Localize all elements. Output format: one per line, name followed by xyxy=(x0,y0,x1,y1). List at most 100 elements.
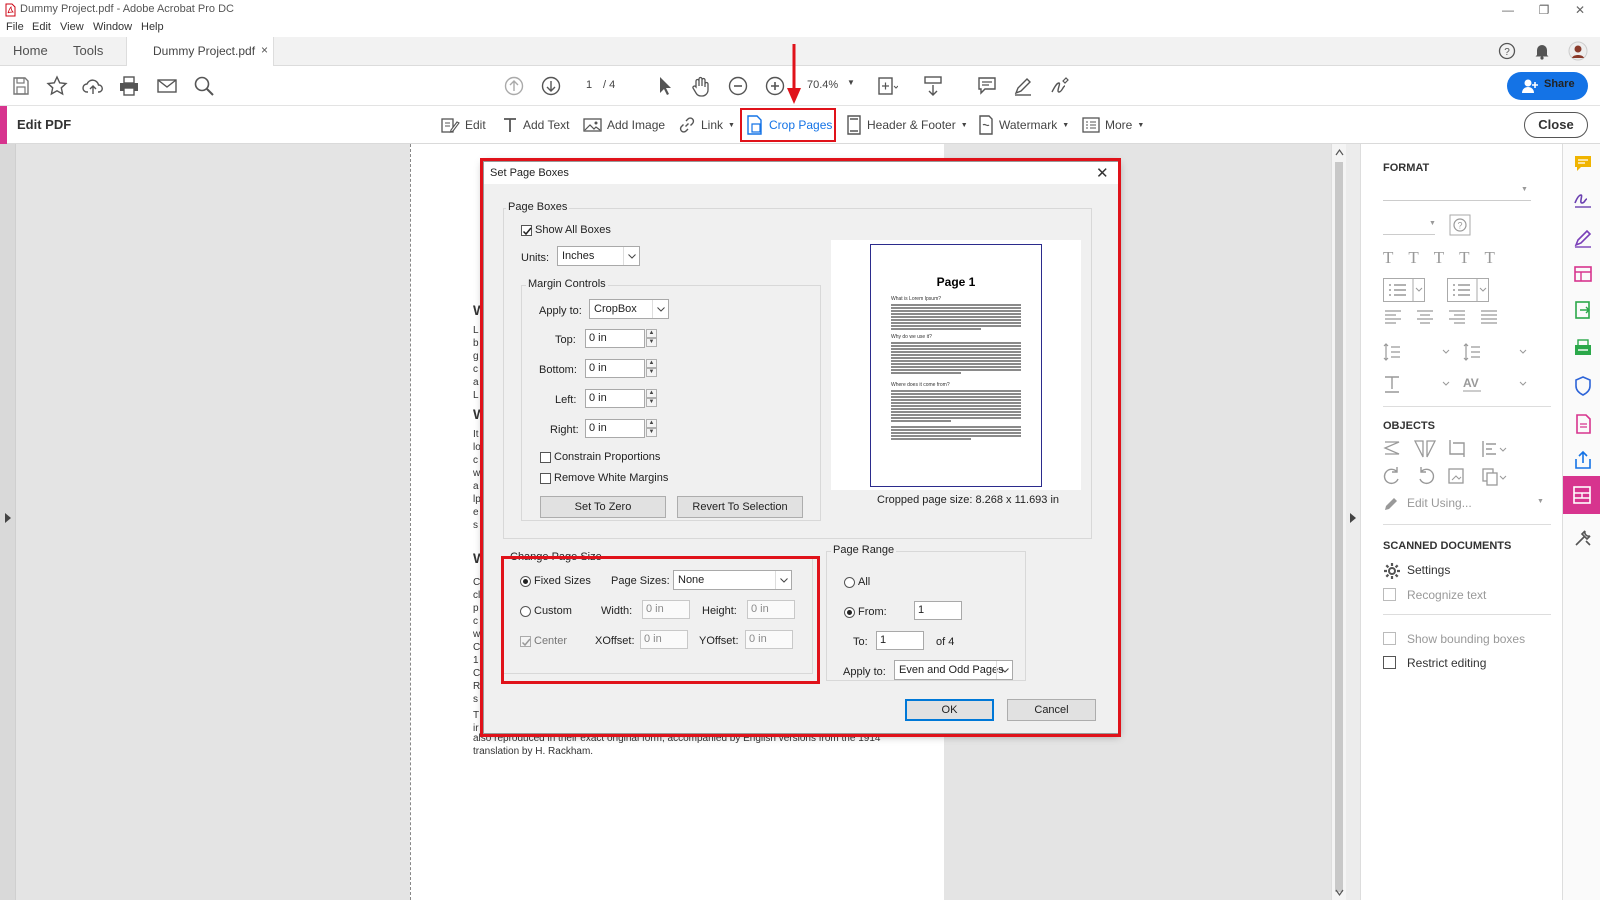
format-header: FORMAT xyxy=(1383,162,1430,174)
object-arrange-icons[interactable] xyxy=(1383,438,1523,460)
header-footer-button[interactable]: Header & Footer ▼ xyxy=(846,106,968,144)
search-icon[interactable] xyxy=(193,75,215,97)
show-bounding-boxes-checkbox[interactable] xyxy=(1383,632,1396,645)
share-button[interactable]: Share xyxy=(1507,72,1588,100)
zoom-in-icon[interactable] xyxy=(764,75,786,97)
upload-cloud-icon[interactable] xyxy=(82,75,104,97)
create-pdf-icon[interactable] xyxy=(1573,414,1593,434)
recognize-text-checkbox[interactable] xyxy=(1383,588,1396,601)
character-spacing-icons[interactable]: AV xyxy=(1383,374,1533,394)
menu-help[interactable]: Help xyxy=(141,21,164,33)
minimize-button[interactable]: — xyxy=(1490,0,1526,20)
restore-button[interactable]: ❐ xyxy=(1526,0,1562,20)
edit-tool-button[interactable]: Edit xyxy=(440,106,486,144)
menu-view[interactable]: View xyxy=(60,21,84,33)
bullet-list-icon[interactable] xyxy=(1383,278,1425,302)
fit-page-icon[interactable] xyxy=(876,75,898,97)
acrobat-app-icon xyxy=(5,3,16,17)
font-size-dropdown[interactable] xyxy=(1383,234,1435,235)
numbered-list-icon[interactable] xyxy=(1447,278,1489,302)
sign-icon[interactable] xyxy=(1049,75,1071,97)
restrict-editing-label: Restrict editing xyxy=(1407,656,1487,670)
right-panel-toggle-strip[interactable] xyxy=(1346,144,1360,900)
menu-edit[interactable]: Edit xyxy=(32,21,51,33)
watermark-label: Watermark xyxy=(999,118,1058,132)
settings-link[interactable]: Settings xyxy=(1407,563,1450,577)
font-size-dropdown-icon[interactable]: ▼ xyxy=(1429,220,1436,227)
font-family-dropdown[interactable] xyxy=(1383,200,1531,201)
scrollbar-thumb[interactable] xyxy=(1335,162,1343,892)
add-text-button[interactable]: Add Text xyxy=(502,106,569,144)
highlight-pen-icon[interactable] xyxy=(1012,75,1034,97)
link-dropdown-icon: ▼ xyxy=(728,121,735,129)
close-edit-button[interactable]: Close xyxy=(1524,112,1588,138)
edit-text-image-icon xyxy=(441,118,460,133)
edit-pdf-title: Edit PDF xyxy=(17,117,72,132)
text-color-icon[interactable]: ? xyxy=(1449,214,1471,236)
expand-left-panel-icon[interactable] xyxy=(4,512,12,524)
page-text-line: translation by H. Rackham. xyxy=(473,746,594,757)
page-number-input[interactable]: 1 xyxy=(586,79,592,91)
bell-icon[interactable] xyxy=(1534,42,1550,60)
recognize-text-label: Recognize text xyxy=(1407,588,1487,602)
close-tab-icon[interactable]: × xyxy=(261,43,268,57)
collapse-right-panel-icon[interactable] xyxy=(1349,512,1357,524)
avatar[interactable] xyxy=(1568,41,1588,61)
tab-home[interactable]: Home xyxy=(13,43,48,58)
export-pdf-icon[interactable] xyxy=(1573,300,1593,320)
vertical-scrollbar[interactable] xyxy=(1331,144,1346,900)
close-window-button[interactable]: ✕ xyxy=(1562,0,1598,20)
svg-text:?: ? xyxy=(1457,221,1462,231)
next-page-icon[interactable] xyxy=(540,75,562,97)
more-tools-icon xyxy=(1082,117,1100,133)
text-style-icons[interactable]: TTTTT xyxy=(1383,248,1510,268)
share-upload-icon[interactable] xyxy=(1573,450,1593,470)
scroll-down-icon[interactable] xyxy=(1335,889,1344,897)
zoom-out-icon[interactable] xyxy=(727,75,749,97)
protect-shield-icon[interactable] xyxy=(1573,376,1593,396)
font-family-dropdown-icon[interactable]: ▼ xyxy=(1521,186,1528,193)
save-icon[interactable] xyxy=(10,75,32,97)
edit-pdf-tool-active[interactable] xyxy=(1563,476,1600,514)
restrict-editing-checkbox[interactable] xyxy=(1383,656,1396,669)
menu-window[interactable]: Window xyxy=(93,21,132,33)
scroll-mode-icon[interactable] xyxy=(922,75,944,97)
add-image-button[interactable]: Add Image xyxy=(583,106,665,144)
link-label: Link xyxy=(701,118,724,132)
zoom-dropdown-icon[interactable]: ▼ xyxy=(847,78,855,87)
page-total: / 4 xyxy=(603,79,616,91)
link-button[interactable]: Link ▼ xyxy=(678,106,735,144)
more-button[interactable]: More ▼ xyxy=(1082,106,1144,144)
bookmark-star-icon[interactable] xyxy=(46,75,68,97)
menu-file[interactable]: File xyxy=(6,21,24,33)
tab-document[interactable]: Dummy Project.pdf × xyxy=(126,37,274,66)
zoom-level[interactable]: 70.4% xyxy=(807,79,838,91)
hand-tool-icon[interactable] xyxy=(690,75,712,97)
line-spacing-icons[interactable] xyxy=(1383,342,1533,362)
edit-pdf-icon xyxy=(1573,486,1591,504)
comment-icon[interactable] xyxy=(976,75,998,97)
comment-tool-icon[interactable] xyxy=(1573,154,1593,174)
text-alignment-icons[interactable] xyxy=(1383,308,1523,324)
edit-using-dropdown[interactable]: Edit Using... xyxy=(1407,496,1472,510)
previous-page-icon[interactable] xyxy=(503,75,525,97)
left-panel-toggle-strip[interactable] xyxy=(0,144,16,900)
add-image-label: Add Image xyxy=(607,118,666,132)
window-title: Dummy Project.pdf - Adobe Acrobat Pro DC xyxy=(20,3,234,15)
header-footer-label: Header & Footer xyxy=(867,118,956,132)
request-signature-icon[interactable] xyxy=(1573,228,1593,248)
more-tools-wrench-icon[interactable] xyxy=(1573,528,1593,548)
email-icon[interactable] xyxy=(156,75,178,97)
gear-icon xyxy=(1384,563,1400,579)
object-rotate-icons[interactable] xyxy=(1383,466,1523,488)
print-icon[interactable] xyxy=(118,75,140,97)
organize-pages-icon[interactable] xyxy=(1573,264,1593,284)
tab-tools[interactable]: Tools xyxy=(73,43,103,58)
watermark-button[interactable]: Watermark ▼ xyxy=(978,106,1069,144)
select-arrow-icon[interactable] xyxy=(654,75,676,97)
scroll-up-icon[interactable] xyxy=(1335,148,1344,156)
scan-ocr-icon[interactable] xyxy=(1573,338,1593,358)
help-icon[interactable]: ? xyxy=(1498,42,1516,60)
fill-sign-icon[interactable] xyxy=(1573,190,1593,210)
edit-using-dropdown-icon[interactable]: ▼ xyxy=(1537,498,1544,505)
